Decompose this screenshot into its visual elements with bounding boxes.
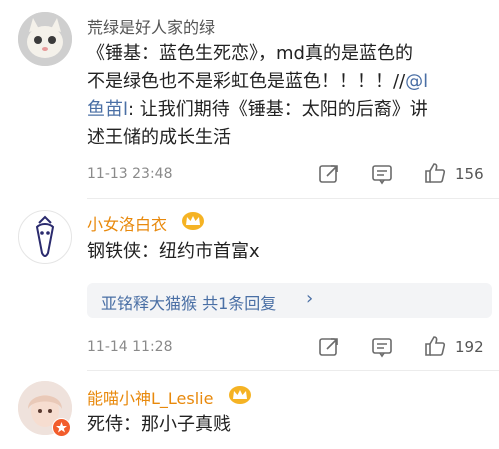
comment-text-line: 不是绿色也不是彩虹色是蓝色！！！！//@l bbox=[87, 68, 492, 96]
crown-icon bbox=[182, 212, 204, 230]
like-icon[interactable] bbox=[424, 162, 446, 184]
timestamp: 11-14 11:28 bbox=[87, 339, 173, 355]
comment-text: 《锤基：蓝色生死恋》，md真的是蓝色的 不是绿色也不是彩虹色是蓝色！！！！//@… bbox=[87, 40, 492, 152]
comment-text-line: 鱼苗l: 让我们期待《锤基：太阳的后裔》讲 bbox=[87, 96, 492, 124]
carrot-avatar-image bbox=[35, 215, 55, 257]
reply-summary[interactable]: 亚铭释大猫猴 共1条回复 bbox=[101, 290, 276, 314]
chevron-right-icon: › bbox=[306, 288, 314, 309]
like-count: 156 bbox=[455, 165, 484, 183]
comment-icon[interactable] bbox=[371, 163, 393, 185]
comment-text: 死侍：那小子真贱 bbox=[87, 414, 231, 435]
comment-icon[interactable] bbox=[371, 336, 393, 358]
avatar[interactable] bbox=[18, 12, 72, 66]
mention-link[interactable]: 鱼苗l bbox=[87, 99, 128, 120]
avatar[interactable] bbox=[18, 210, 72, 264]
comment-text-line: 述王储的成长生活 bbox=[87, 127, 231, 148]
divider bbox=[87, 198, 499, 199]
like-icon[interactable] bbox=[424, 335, 446, 357]
comment-text-segment: : 让我们期待《锤基：太阳的后裔》讲 bbox=[128, 99, 428, 120]
comment-username[interactable]: 荒绿是好人家的绿 bbox=[87, 14, 215, 38]
comment-text: 钢铁侠：纽约市首富x bbox=[87, 241, 260, 262]
comment-text-line: 《锤基：蓝色生死恋》，md真的是蓝色的 bbox=[87, 43, 413, 64]
reply-summary-box[interactable]: 亚铭释大猫猴 共1条回复 › bbox=[87, 283, 492, 318]
comment-text-segment: 不是绿色也不是彩虹色是蓝色！！！！// bbox=[87, 71, 406, 92]
crown-icon bbox=[229, 386, 251, 404]
cat-avatar-image bbox=[18, 12, 72, 66]
comment-username[interactable]: 小女洛白衣 bbox=[87, 211, 167, 235]
comment-username[interactable]: 能喵小神L_Leslie bbox=[87, 385, 213, 409]
divider bbox=[87, 370, 499, 371]
mention-link[interactable]: @l bbox=[405, 71, 428, 92]
verified-badge-icon bbox=[52, 418, 71, 437]
timestamp: 11-13 23:48 bbox=[87, 166, 173, 182]
share-icon[interactable] bbox=[318, 163, 340, 185]
like-count: 192 bbox=[455, 338, 484, 356]
share-icon[interactable] bbox=[318, 336, 340, 358]
